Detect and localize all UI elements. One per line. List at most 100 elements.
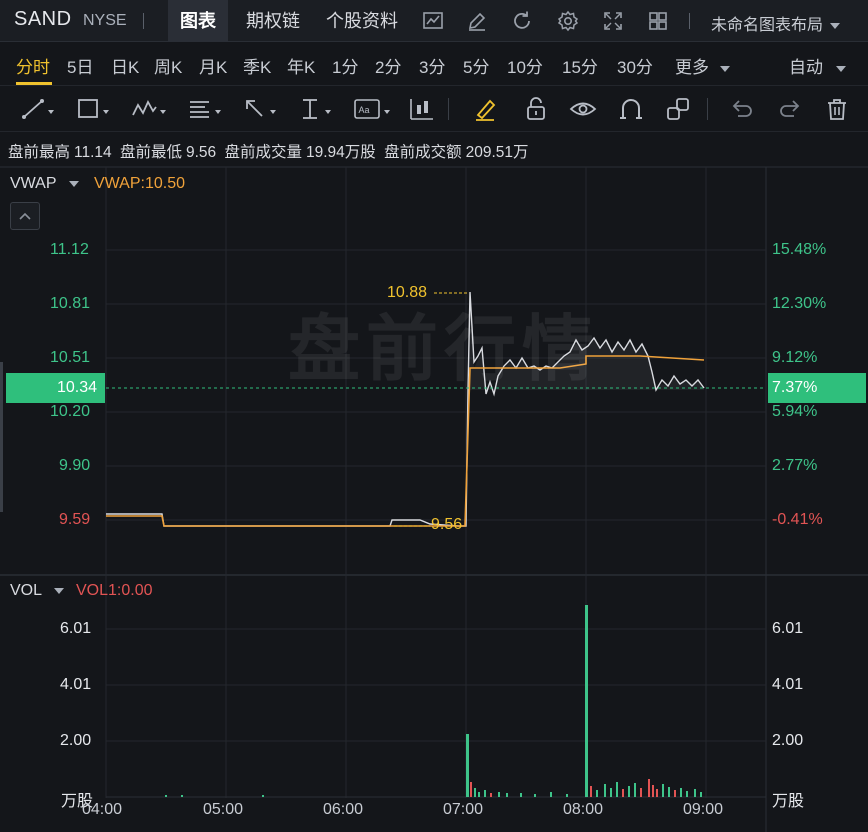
period-3min[interactable]: 3分: [419, 53, 445, 78]
trendline-tool-icon[interactable]: [20, 95, 56, 123]
period-5min[interactable]: 5分: [463, 53, 489, 78]
edit-icon[interactable]: [465, 9, 489, 33]
volume-bar: [680, 788, 682, 797]
tab-stock-profile[interactable]: 个股资料: [314, 0, 410, 42]
vwap-indicator-label: VWAP: [10, 175, 57, 192]
volume-bar: [534, 794, 536, 797]
premarket-volume-value: 19.94万股: [305, 144, 376, 161]
pattern-tool-icon[interactable]: [130, 95, 168, 123]
volume-bar: [674, 790, 676, 797]
volume-bars: [165, 605, 702, 797]
period-more-label: 更多: [675, 58, 709, 77]
price-tick: 9.90: [59, 457, 91, 474]
caret-down-icon: [68, 180, 79, 187]
gear-icon[interactable]: [556, 9, 580, 33]
period-monthly[interactable]: 月K: [199, 53, 227, 78]
premarket-volume-label: 盘前成交量: [224, 144, 302, 161]
header-divider: [689, 13, 690, 29]
caret-down-icon: [835, 65, 846, 72]
high-marker-label: 10.88: [387, 284, 428, 301]
volume-indicator-value: VOL1:0.00: [76, 582, 153, 599]
chart-type-icon[interactable]: [421, 9, 445, 33]
period-intraday[interactable]: 分时: [16, 53, 50, 78]
tab-chart[interactable]: 图表: [168, 0, 228, 42]
period-5day[interactable]: 5日: [67, 53, 93, 78]
volume-indicator-dropdown[interactable]: VOL: [10, 582, 64, 600]
brush-tool-icon[interactable]: [472, 95, 500, 123]
time-tick: 06:00: [323, 801, 364, 818]
scrollbar-handle[interactable]: [0, 362, 3, 512]
volume-tick: 4.01: [60, 676, 92, 693]
candlestick-tool-icon[interactable]: [408, 95, 436, 123]
rectangle-tool-icon[interactable]: [75, 95, 111, 123]
trash-icon[interactable]: [823, 95, 851, 123]
volume-bar: [470, 782, 472, 797]
volume-tick: 2.00: [772, 732, 804, 749]
percent-tick: 9.12%: [772, 349, 818, 366]
app-header: SAND NYSE 图表 期权链 个股资料 未命名图表布局: [0, 0, 868, 42]
tab-options-chain[interactable]: 期权链: [234, 0, 312, 42]
time-tick: 04:00: [82, 801, 123, 818]
eye-icon[interactable]: [568, 95, 598, 123]
caret-down-icon: [53, 587, 64, 594]
fullscreen-icon[interactable]: [601, 9, 625, 33]
period-more-dropdown[interactable]: 更多: [675, 53, 730, 78]
volume-bar: [506, 793, 508, 797]
header-divider: [143, 13, 144, 29]
period-yearly[interactable]: 年K: [287, 53, 315, 78]
period-daily[interactable]: 日K: [111, 53, 139, 78]
period-30min[interactable]: 30分: [617, 53, 653, 78]
volume-bar: [181, 795, 183, 797]
premarket-low-value: 9.56: [185, 144, 217, 161]
volume-tick: 4.01: [772, 676, 804, 693]
vwap-indicator-dropdown[interactable]: VWAP: [10, 175, 79, 193]
volume-bar: [596, 790, 598, 797]
volume-tick: 6.01: [772, 620, 804, 637]
collapse-indicator-button[interactable]: [10, 202, 40, 230]
period-10min[interactable]: 10分: [507, 53, 543, 78]
measure-tool-icon[interactable]: [297, 95, 333, 123]
period-1min[interactable]: 1分: [332, 53, 358, 78]
premarket-high-value: 11.14: [74, 144, 112, 161]
volume-bar: [634, 783, 636, 797]
volume-bar: [498, 792, 500, 797]
redo-icon[interactable]: [776, 95, 804, 123]
volume-bar: [662, 784, 664, 797]
volume-bar: [628, 786, 630, 797]
text-tool-icon[interactable]: Aa: [352, 95, 392, 123]
period-2min[interactable]: 2分: [375, 53, 401, 78]
layout-name-dropdown[interactable]: 未命名图表布局: [711, 11, 841, 35]
premarket-watermark: 盘前行情: [288, 310, 601, 390]
grid-layout-icon[interactable]: [646, 9, 670, 33]
time-gridlines: [105, 167, 707, 798]
fibonacci-tool-icon[interactable]: [187, 95, 223, 123]
refresh-icon[interactable]: [510, 9, 534, 33]
volume-bar: [686, 791, 688, 797]
volume-bar: [165, 795, 167, 797]
volume-bar: [700, 792, 702, 797]
premarket-turnover-label: 盘前成交额: [384, 144, 462, 161]
time-tick: 09:00: [683, 801, 724, 818]
volume-bar: [668, 787, 670, 797]
low-marker-label: 9.56: [431, 516, 463, 533]
volume-bar: [648, 779, 650, 797]
arrow-tool-icon[interactable]: [242, 95, 278, 123]
premarket-turnover-value: 209.51万: [465, 144, 529, 161]
toolbar-divider: [707, 98, 708, 120]
magnet-icon[interactable]: [617, 95, 645, 123]
volume-gridlines: [106, 628, 766, 798]
ticker-symbol: SAND: [14, 8, 72, 30]
period-weekly[interactable]: 周K: [154, 53, 182, 78]
volume-bar: [520, 793, 522, 797]
period-15min[interactable]: 15分: [562, 53, 598, 78]
lock-icon[interactable]: [522, 95, 550, 123]
undo-icon[interactable]: [728, 95, 756, 123]
volume-bar: [604, 784, 606, 797]
chart-canvas[interactable]: [0, 166, 868, 832]
volume-bar: [466, 734, 469, 797]
period-quarterly[interactable]: 季K: [243, 53, 271, 78]
object-tree-icon[interactable]: [664, 95, 692, 123]
volume-indicator-label: VOL: [10, 582, 42, 599]
period-bar: 分时 5日 日K 周K 月K 季K 年K 1分 2分 3分 5分 10分 15分…: [0, 42, 868, 86]
scale-mode-dropdown[interactable]: 自动: [789, 53, 846, 78]
